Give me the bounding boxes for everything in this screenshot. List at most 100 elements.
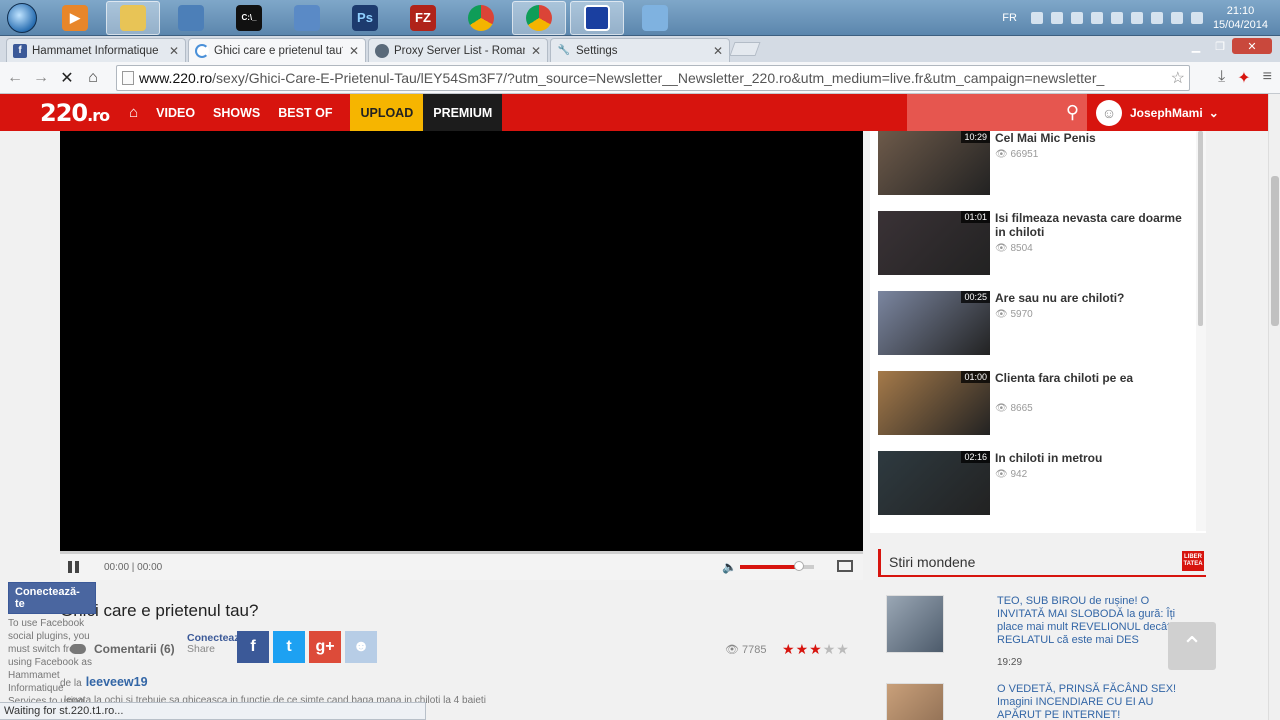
- video-thumbnail[interactable]: 10:29: [878, 131, 990, 195]
- video-title-link[interactable]: Are sau nu are chiloti?: [995, 291, 1195, 305]
- video-title-link[interactable]: In chiloti in metrou: [995, 451, 1195, 465]
- home-icon[interactable]: ⌂: [129, 104, 138, 121]
- close-tab-icon[interactable]: ✕: [169, 44, 179, 58]
- close-tab-icon[interactable]: ✕: [349, 44, 359, 58]
- clock[interactable]: 21:10 15/04/2014: [1213, 4, 1268, 32]
- forward-icon[interactable]: →: [28, 69, 54, 87]
- menu-icon[interactable]: ≡: [1263, 68, 1272, 88]
- star-icon[interactable]: ★: [809, 641, 823, 657]
- minimize-icon[interactable]: ▁: [1184, 38, 1208, 54]
- tab-proxy[interactable]: Proxy Server List - Romani ✕: [368, 38, 548, 62]
- related-scrollbar-thumb[interactable]: [1198, 131, 1203, 326]
- news-headline[interactable]: TEO, SUB BIROU de rușine! O INVITATĂ MAI…: [997, 595, 1189, 647]
- nav-shows[interactable]: SHOWS: [213, 106, 260, 120]
- taskbar-network[interactable]: [280, 1, 334, 35]
- related-video-item[interactable]: 00:25 Are sau nu are chiloti? 👁 5970: [878, 291, 1198, 361]
- site-logo[interactable]: 220.ro: [40, 99, 110, 127]
- news-thumbnail[interactable]: [886, 595, 944, 653]
- address-bar[interactable]: www.220.ro/sexy/Ghici-Care-E-Prietenul-T…: [116, 65, 1190, 91]
- video-thumbnail[interactable]: 02:16: [878, 451, 990, 515]
- stop-icon[interactable]: ✕: [54, 68, 80, 88]
- taskbar-explorer[interactable]: [106, 0, 160, 35]
- tab-settings[interactable]: 🔧 Settings ✕: [550, 38, 730, 62]
- extension-icon[interactable]: ✦: [1237, 68, 1250, 88]
- signal-icon[interactable]: [1150, 12, 1163, 24]
- download-icon[interactable]: ⤓: [1218, 68, 1225, 88]
- maximize-icon[interactable]: ❐: [1208, 38, 1232, 54]
- new-tab-button[interactable]: [729, 42, 761, 56]
- twitter-share-button[interactable]: t: [273, 631, 305, 663]
- language-indicator[interactable]: FR: [1002, 12, 1017, 24]
- fullscreen-icon[interactable]: [837, 560, 853, 572]
- news-headline[interactable]: O VEDETĂ, PRINSĂ FĂCÂND SEX! Imagini INC…: [997, 683, 1189, 720]
- googleplus-share-button[interactable]: g+: [309, 631, 341, 663]
- taskbar-media-player[interactable]: ▶: [48, 1, 102, 35]
- home-icon[interactable]: ⌂: [80, 69, 106, 87]
- tab-hammamet[interactable]: f Hammamet Informatique ✕: [6, 38, 186, 62]
- scroll-to-top-button[interactable]: ⌃: [1168, 622, 1216, 670]
- related-video-item[interactable]: 10:29 Cel Mai Mic Penis 👁 66951: [878, 131, 1198, 201]
- taskbar-control-panel[interactable]: [628, 1, 682, 35]
- clock-time: 21:10: [1226, 5, 1255, 17]
- video-player[interactable]: [60, 131, 863, 551]
- close-tab-icon[interactable]: ✕: [713, 44, 723, 58]
- scrollbar-thumb[interactable]: [1271, 176, 1279, 326]
- taskbar-photoshop[interactable]: Ps: [338, 1, 392, 35]
- star-icon[interactable]: ★: [796, 641, 810, 657]
- taskbar-chrome-1[interactable]: [454, 1, 508, 35]
- taskbar-remote-desktop[interactable]: [164, 1, 218, 35]
- volume-icon[interactable]: [1130, 12, 1143, 24]
- star-icon[interactable]: ★: [782, 641, 796, 657]
- battery-icon[interactable]: [1170, 12, 1183, 24]
- volume-slider[interactable]: [740, 561, 814, 571]
- tray-icon[interactable]: [1070, 12, 1083, 24]
- news-item[interactable]: O VEDETĂ, PRINSĂ FĂCÂND SEX! Imagini INC…: [886, 683, 1206, 720]
- reddit-share-button[interactable]: ☻: [345, 631, 377, 663]
- pause-icon[interactable]: [68, 561, 80, 573]
- premium-button[interactable]: PREMIUM: [423, 94, 503, 131]
- related-scrollbar[interactable]: [1196, 131, 1206, 531]
- tray-icon[interactable]: [1030, 12, 1043, 24]
- taskbar-cmd[interactable]: C:\_: [222, 1, 276, 35]
- taskbar-chrome-2[interactable]: [512, 0, 566, 35]
- star-icon[interactable]: ★: [823, 641, 837, 657]
- star-icon[interactable]: ★: [836, 641, 850, 657]
- related-video-item[interactable]: 01:01 Isi filmeaza nevasta care doarme in…: [878, 211, 1198, 281]
- tray-icon[interactable]: [1190, 12, 1203, 24]
- search-box[interactable]: ⚲: [907, 94, 1087, 131]
- video-title-link[interactable]: Clienta fara chiloti pe ea: [995, 371, 1195, 385]
- video-title-link[interactable]: Isi filmeaza nevasta care doarme in chil…: [995, 211, 1195, 239]
- news-item[interactable]: TEO, SUB BIROU de rușine! O INVITATĂ MAI…: [886, 595, 1206, 675]
- tray-icon[interactable]: [1050, 12, 1063, 24]
- search-icon[interactable]: ⚲: [1066, 102, 1079, 123]
- taskbar-app[interactable]: [570, 0, 624, 35]
- taskbar-filezilla[interactable]: FZ: [396, 1, 450, 35]
- flag-icon[interactable]: [1110, 12, 1123, 24]
- news-thumbnail[interactable]: [886, 683, 944, 720]
- close-tab-icon[interactable]: ✕: [531, 44, 541, 58]
- video-thumbnail[interactable]: 01:01: [878, 211, 990, 275]
- tray-icon[interactable]: [1090, 12, 1103, 24]
- facebook-share-button[interactable]: f: [237, 631, 269, 663]
- video-thumbnail[interactable]: 01:00: [878, 371, 990, 435]
- related-video-item[interactable]: 01:00 Clienta fara chiloti pe ea 👁 8665: [878, 371, 1198, 441]
- close-window-icon[interactable]: ✕: [1232, 38, 1272, 54]
- upload-button[interactable]: UPLOAD: [350, 94, 424, 131]
- volume-icon[interactable]: 🔈: [722, 560, 737, 574]
- back-icon[interactable]: ←: [2, 69, 28, 87]
- facebook-connect-button[interactable]: Conectează-te: [8, 582, 96, 614]
- logo-suffix: .ro: [87, 105, 110, 125]
- libertatea-logo[interactable]: LIBER TATEA: [1182, 551, 1204, 571]
- nav-video[interactable]: VIDEO: [156, 106, 195, 120]
- user-menu[interactable]: ☺ JosephMami ⌄: [1096, 94, 1219, 131]
- related-video-item[interactable]: 02:16 In chiloti in metrou 👁 942: [878, 451, 1198, 521]
- start-button[interactable]: [0, 0, 44, 36]
- nav-best-of[interactable]: BEST OF: [278, 106, 332, 120]
- bookmark-star-icon[interactable]: ☆: [1166, 68, 1185, 88]
- volume-knob[interactable]: [794, 561, 805, 571]
- video-title-link[interactable]: Cel Mai Mic Penis: [995, 131, 1195, 145]
- rating-stars[interactable]: ★★★★★: [782, 641, 850, 658]
- page-scrollbar[interactable]: [1268, 94, 1280, 720]
- video-thumbnail[interactable]: 00:25: [878, 291, 990, 355]
- tab-ghici[interactable]: Ghici care e prietenul tau? ✕: [188, 38, 366, 62]
